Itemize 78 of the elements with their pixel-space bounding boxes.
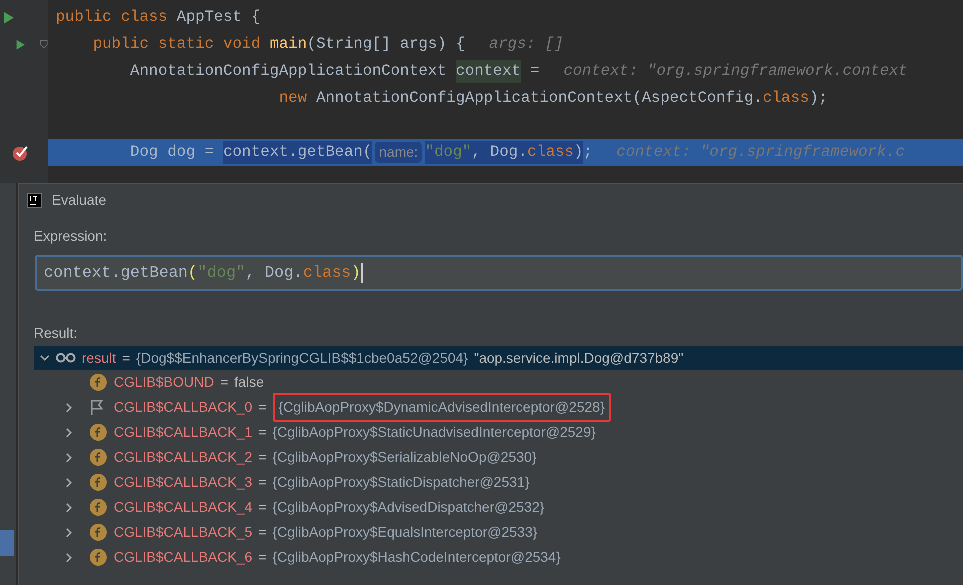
field-name: CGLIB$CALLBACK_2: [114, 448, 253, 467]
code-text: class: [528, 140, 574, 164]
highlighted-field-value: {CglibAopProxy$DynamicAdvisedInterceptor@2528}: [272, 393, 611, 422]
equals-sign: =: [122, 348, 130, 368]
field-icon: [90, 374, 107, 391]
equals-sign: =: [258, 448, 267, 467]
parameter-hint: name:: [375, 142, 422, 163]
field-value: {CglibAopProxy$HashCodeInterceptor@2534}: [272, 548, 561, 567]
chevron-icon[interactable]: [40, 353, 50, 363]
field-icon: [90, 524, 107, 541]
field-value: {CglibAopProxy$SerializableNoOp@2530}: [272, 448, 537, 467]
equals-sign: =: [258, 523, 267, 542]
field-value: {CglibAopProxy$EqualsInterceptor@2533}: [272, 523, 538, 542]
field-name: CGLIB$CALLBACK_1: [114, 423, 253, 442]
equals-sign: =: [258, 548, 267, 567]
field-name: CGLIB$CALLBACK_3: [114, 473, 253, 492]
code-text: ;: [583, 142, 593, 163]
code-text: AppTest {: [176, 6, 261, 28]
code-text: context: [456, 60, 522, 84]
variable-value: {Dog$$EnhancerBySpringCGLIB$$1cbe0a52@2504}: [136, 348, 468, 368]
field-value: false: [234, 373, 264, 392]
chevron-icon[interactable]: [64, 528, 74, 538]
code-text: new: [278, 88, 308, 109]
equals-sign: =: [258, 498, 267, 517]
expression-field[interactable]: context.getBean("dog", Dog.class): [35, 255, 963, 291]
variable-detail: "aop.service.impl.Dog@d737b89": [474, 348, 684, 368]
chevron-icon[interactable]: [64, 478, 74, 488]
run-icon[interactable]: [16, 38, 26, 52]
breakpoint-icon[interactable]: [12, 144, 30, 162]
dialog-title: Evaluate: [52, 190, 106, 210]
glasses-icon: [56, 353, 76, 363]
field-name: CGLIB$CALLBACK_4: [114, 498, 253, 517]
chevron-icon[interactable]: [64, 552, 74, 562]
code-text: context.getBean(: [223, 140, 372, 164]
fold-icon[interactable]: [40, 39, 48, 50]
code-text: , Dog.: [472, 140, 528, 164]
run-icon[interactable]: [3, 10, 15, 24]
code-text: main: [270, 34, 308, 55]
code-text: (String[] args) {: [307, 34, 466, 55]
field-value: {CglibAopProxy$AdvisedDispatcher@2532}: [272, 498, 545, 517]
field-icon: [90, 424, 107, 441]
result-row[interactable]: result = {Dog$$EnhancerBySpringCGLIB$$1cbe0a52@2504} "aop.service.impl.Dog@d737b89": [34, 346, 963, 370]
inline-value-hint: context: "org.springframework.c: [616, 142, 906, 163]
code-text: "dog": [425, 140, 472, 164]
code-text: AnnotationConfigApplicationContext(AspectConfig.: [316, 88, 763, 109]
app-logo-icon: [27, 192, 42, 208]
chevron-icon[interactable]: [64, 502, 74, 512]
equals-sign: =: [220, 373, 229, 392]
field-name: CGLIB$CALLBACK_5: [114, 523, 253, 542]
code-text: AnnotationConfigApplicationContext: [129, 60, 448, 82]
code-text: public class: [56, 6, 169, 28]
code-text: Dog dog =: [129, 142, 216, 163]
code-text: ): [574, 140, 584, 164]
field-name: CGLIB$CALLBACK_0: [114, 398, 253, 417]
inline-value-hint: context: "org.springframework.context: [564, 60, 908, 82]
chevron-icon[interactable]: [64, 428, 74, 438]
flag-icon: [90, 400, 104, 416]
field-value: {CglibAopProxy$StaticUnadvisedInterceptor@2529}: [272, 423, 596, 442]
code-text: );: [809, 88, 828, 109]
field-icon: [90, 449, 107, 466]
field-label: Expression:: [34, 228, 108, 244]
field-label: Result:: [34, 325, 78, 341]
field-name: CGLIB$BOUND: [114, 373, 214, 392]
field-icon: [90, 499, 107, 516]
chevron-icon[interactable]: [64, 402, 74, 412]
field-value: {CglibAopProxy$StaticDispatcher@2531}: [272, 473, 530, 492]
equals-sign: =: [258, 473, 267, 492]
code-text: class: [762, 88, 810, 109]
equals-sign: =: [258, 423, 267, 442]
field-icon: [90, 474, 107, 491]
chevron-icon[interactable]: [64, 452, 74, 462]
variable-name: result: [82, 348, 116, 368]
inline-value-hint: args: []: [489, 34, 564, 55]
field-name: CGLIB$CALLBACK_6: [114, 548, 253, 567]
code-text: public static void: [92, 34, 262, 55]
field-icon: [90, 549, 107, 566]
code-text: =: [529, 60, 540, 82]
equals-sign: =: [258, 398, 267, 417]
